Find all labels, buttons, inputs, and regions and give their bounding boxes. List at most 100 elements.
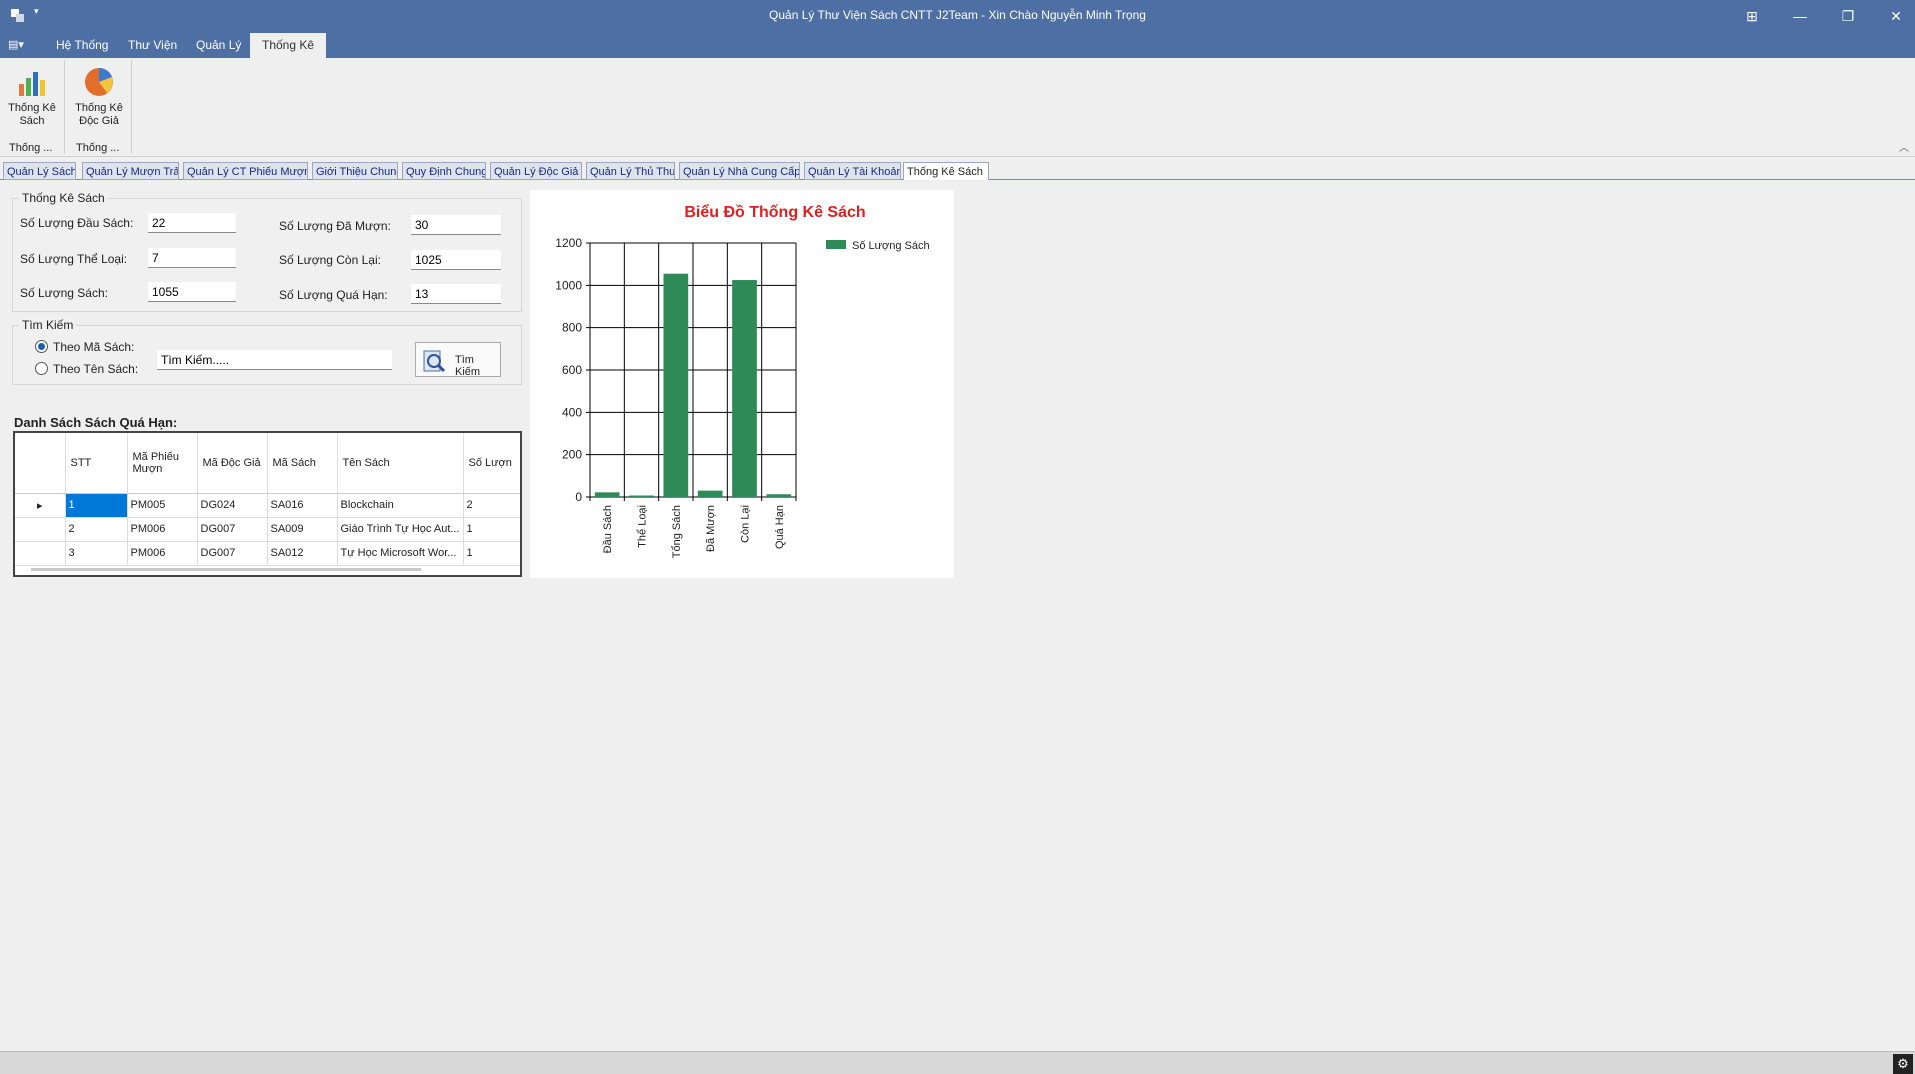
row-header[interactable] — [15, 517, 66, 542]
tab-he-thong[interactable]: Hệ Thống — [44, 33, 120, 58]
ribbon-group-divider — [64, 60, 65, 154]
y-tick-label: 200 — [562, 448, 582, 462]
doc-tab-quan-ly-muon-tra[interactable]: Quản Lý Mượn Trả — [82, 162, 179, 180]
search-button[interactable]: Tìm Kiếm — [415, 342, 501, 378]
table-cell[interactable]: SA012 — [267, 541, 338, 566]
y-tick-label: 0 — [575, 490, 582, 504]
thong-ke-sach-legend: Thống Kê Sách — [19, 191, 108, 205]
thong-ke-doc-gia-button[interactable]: Thống Kê Độc Giả — [71, 66, 127, 128]
table-cell[interactable]: SA009 — [267, 517, 338, 542]
tab-quan-ly[interactable]: Quản Lý — [184, 33, 253, 58]
table-row[interactable]: 2 PM006 DG007 SA009 Giáo Trình Tự Học Au… — [15, 517, 520, 542]
table-cell[interactable]: PM006 — [127, 517, 198, 542]
horizontal-scrollbar[interactable] — [31, 568, 421, 571]
overdue-grid[interactable]: STT Mã Phiếu Mượn Mã Độc Giả Mã Sách Tên… — [13, 431, 522, 577]
quick-access-menu-icon[interactable]: ▤▾ — [8, 38, 28, 52]
table-cell[interactable]: DG007 — [197, 541, 268, 566]
window-title: Quản Lý Thư Viện Sách CNTT J2Team - Xin … — [769, 8, 1146, 22]
thong-ke-doc-gia-label: Thống Kê Độc Giả — [75, 102, 123, 127]
table-cell[interactable]: PM005 — [127, 493, 198, 518]
table-cell[interactable]: Giáo Trình Tự Học Aut... — [337, 517, 464, 542]
table-cell[interactable]: 2 — [463, 493, 520, 518]
row-header[interactable] — [15, 541, 66, 566]
ribbon-collapse-chevron-icon[interactable]: ︿ — [1899, 139, 1909, 154]
table-cell[interactable]: DG007 — [197, 517, 268, 542]
doc-tab-gioi-thieu-chung[interactable]: Giới Thiệu Chung — [312, 162, 398, 180]
ribbon-panel — [0, 58, 1915, 157]
doc-tab-quan-ly-doc-gia[interactable]: Quản Lý Độc Giả — [490, 162, 582, 180]
title-bar: ▾ Quản Lý Thư Viện Sách CNTT J2Team - Xi… — [0, 0, 1915, 32]
col-header-stt[interactable]: STT — [65, 433, 128, 494]
overdue-heading: Danh Sách Sách Quá Hạn: — [14, 415, 178, 430]
bar-5 — [732, 280, 757, 497]
search-button-label: Tìm Kiếm — [455, 354, 481, 378]
col-header-ma-sach[interactable]: Mã Sách — [267, 433, 338, 494]
bar-4 — [697, 490, 723, 497]
grid-header-row: STT Mã Phiếu Mượn Mã Độc Giả Mã Sách Tên… — [15, 433, 520, 494]
qua-han-field[interactable] — [411, 284, 501, 304]
current-row-arrow-icon[interactable]: ▸ — [15, 493, 66, 518]
qua-han-label: Số Lượng Quá Hạn: — [279, 288, 388, 302]
doc-tab-quan-ly-sach[interactable]: Quản Lý Sách — [3, 162, 76, 180]
table-cell[interactable]: 1 — [65, 493, 128, 518]
tim-kiem-legend: Tìm Kiếm — [19, 318, 77, 332]
col-header-ten-sach[interactable]: Tên Sách — [337, 433, 464, 494]
minimize-button[interactable]: — — [1785, 5, 1815, 27]
ribbon-group-label-1: Thống ... — [9, 142, 53, 154]
settings-icon[interactable]: ⚙ — [1893, 1054, 1913, 1074]
dau-sach-field[interactable] — [148, 213, 236, 233]
theo-ten-sach-radio[interactable] — [35, 362, 48, 375]
table-cell[interactable]: 3 — [65, 541, 128, 566]
col-header-ma-doc-gia[interactable]: Mã Độc Giả — [197, 433, 268, 494]
doc-tab-quan-ly-nha-cung-cap[interactable]: Quản Lý Nhà Cung Cấp — [679, 162, 800, 180]
bar-chart-icon — [19, 72, 45, 96]
da-muon-label: Số Lượng Đã Mượn: — [279, 219, 391, 233]
col-header-ma-phieu-muon[interactable]: Mã Phiếu Mượn — [127, 433, 198, 494]
thong-ke-sach-button[interactable]: Thống Kê Sách — [4, 66, 60, 128]
y-tick-label: 400 — [562, 405, 582, 419]
ribbon-tab-bar: ▤▾ Hệ Thống Thư Viện Quản Lý Thống Kê — [0, 32, 1915, 58]
doc-tab-thong-ke-sach[interactable]: Thống Kê Sách ✕ — [903, 162, 989, 180]
table-cell[interactable]: SA016 — [267, 493, 338, 518]
bar-2 — [629, 495, 654, 497]
table-row[interactable]: ▸ 1 PM005 DG024 SA016 Blockchain 2 — [15, 493, 520, 518]
table-cell[interactable]: 2 — [65, 517, 128, 542]
status-bar: ⚙ — [0, 1051, 1915, 1074]
search-input[interactable] — [157, 350, 392, 370]
thong-ke-sach-label: Thống Kê Sách — [8, 102, 56, 127]
table-cell[interactable]: DG024 — [197, 493, 268, 518]
x-tick-label: Quá Hạn — [774, 505, 786, 549]
table-cell[interactable]: 1 — [463, 541, 520, 566]
close-tab-icon[interactable]: ✕ — [987, 167, 988, 178]
doc-tab-quan-ly-ct-phieu-muon[interactable]: Quản Lý CT Phiếu Mượn — [183, 162, 308, 180]
y-tick-label: 800 — [562, 321, 582, 335]
con-lai-field[interactable] — [411, 250, 501, 270]
close-window-button[interactable]: ✕ — [1881, 5, 1911, 27]
x-tick-label: Đầu Sách — [602, 505, 614, 553]
so-luong-sach-field[interactable] — [148, 282, 236, 302]
theo-ma-sach-radio[interactable] — [35, 340, 48, 353]
col-header-so-luong[interactable]: Số Lượn — [463, 433, 520, 494]
y-tick-label: 1000 — [555, 278, 582, 292]
restore-button[interactable]: ❐ — [1833, 5, 1863, 27]
tab-thu-vien[interactable]: Thư Viện — [116, 33, 189, 58]
doc-tab-quy-dinh-chung[interactable]: Quy Định Chung — [402, 162, 486, 180]
table-row[interactable]: 3 PM006 DG007 SA012 Tự Học Microsoft Wor… — [15, 541, 520, 566]
tab-thong-ke[interactable]: Thống Kê — [250, 33, 327, 58]
doc-tab-quan-ly-tai-khoan[interactable]: Quản Lý Tài Khoản — [804, 162, 901, 180]
table-cell[interactable]: PM006 — [127, 541, 198, 566]
con-lai-label: Số Lượng Còn Lại: — [279, 253, 381, 267]
bar-6 — [766, 494, 792, 497]
table-cell[interactable]: 1 — [463, 517, 520, 542]
table-cell[interactable]: Tự Học Microsoft Wor... — [337, 541, 464, 566]
bar-1 — [594, 492, 620, 497]
window-extra-button[interactable]: ⊞ — [1737, 5, 1767, 27]
x-tick-label: Đã Mượn — [705, 505, 717, 552]
table-cell[interactable]: Blockchain — [337, 493, 464, 518]
da-muon-field[interactable] — [411, 215, 501, 235]
the-loai-field[interactable] — [148, 248, 236, 268]
y-tick-label: 1200 — [555, 236, 582, 250]
doc-tab-quan-ly-thu-thu[interactable]: Quản Lý Thủ Thư — [586, 162, 675, 180]
the-loai-label: Số Lượng Thể Loại: — [20, 252, 128, 266]
bar-chart-svg: Biểu Đồ Thống Kê Sách 0 200 400 600 800 1000 12… — [555, 203, 929, 558]
